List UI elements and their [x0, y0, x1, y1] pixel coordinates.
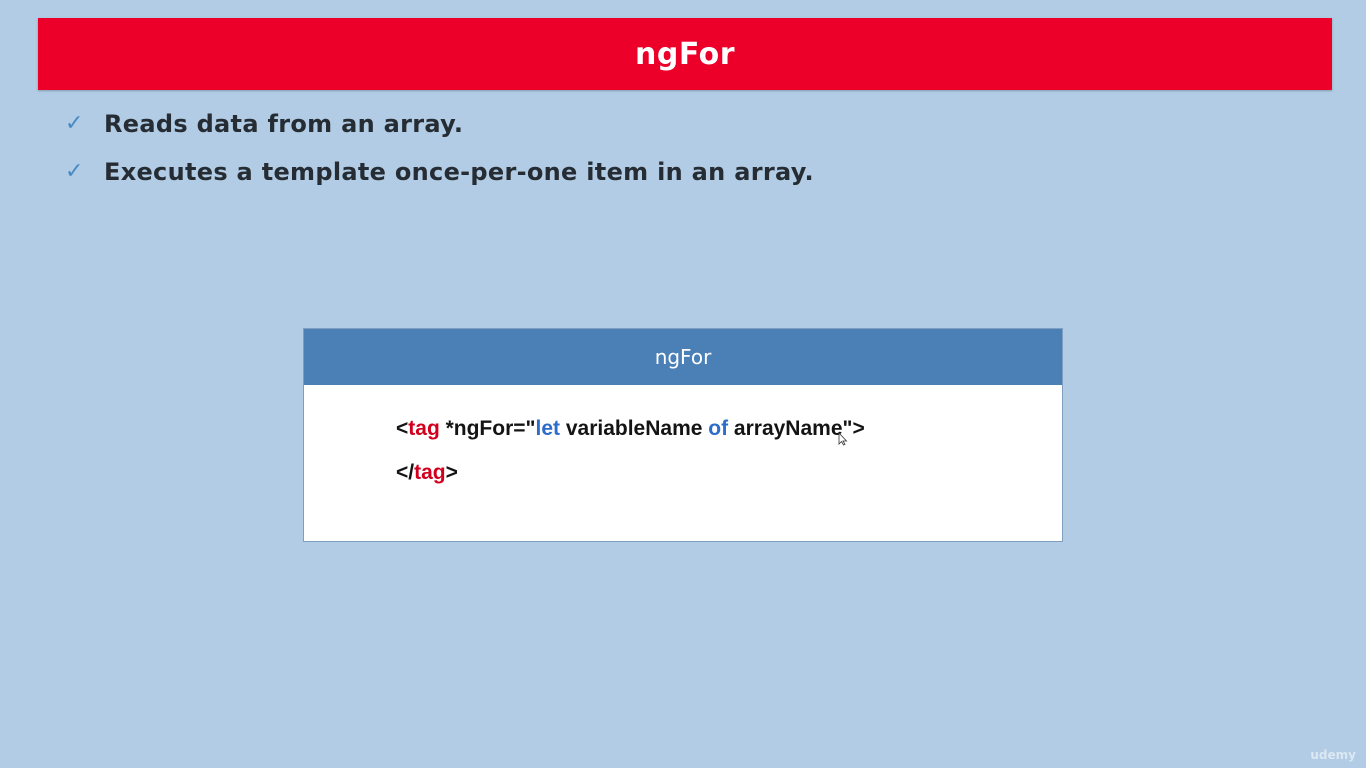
slide-title: ngFor	[634, 36, 735, 72]
code-token-tag: tag	[408, 417, 440, 440]
code-box: ngFor < tag *ngFor=" let variableName of a…	[303, 328, 1063, 542]
bullet-item: ✓ Reads data from an array.	[62, 104, 1062, 144]
code-token-of: of	[708, 417, 729, 440]
code-box-header: ngFor	[304, 329, 1062, 385]
code-token-open-bracket: <	[396, 417, 409, 440]
check-icon: ✓	[65, 159, 84, 184]
slide-title-bar: ngFor	[38, 18, 1332, 90]
bullet-list: ✓ Reads data from an array. ✓ Executes a…	[62, 104, 1062, 200]
code-token-tag: tag	[414, 461, 446, 484]
code-body: < tag *ngFor=" let variableName of arrayNa…	[304, 385, 1062, 495]
code-token-gt: >	[445, 461, 458, 484]
code-token-directive: *ngFor="	[439, 417, 536, 440]
mouse-cursor-icon	[838, 432, 848, 446]
check-icon: ✓	[65, 111, 84, 136]
code-token-close-bracket: </	[396, 461, 415, 484]
bullet-text: Executes a template once-per-one item in…	[104, 158, 814, 186]
code-box-title: ngFor	[654, 345, 712, 369]
code-line-close: </tag >	[396, 451, 1062, 495]
bullet-text: Reads data from an array.	[104, 110, 464, 138]
code-token-variable: variableName	[560, 417, 709, 440]
watermark-logo: udemy	[1310, 748, 1356, 762]
bullet-item: ✓ Executes a template once-per-one item …	[62, 152, 1062, 192]
code-line-open: < tag *ngFor=" let variableName of arrayNa…	[396, 407, 1062, 451]
code-token-let: let	[535, 417, 560, 440]
